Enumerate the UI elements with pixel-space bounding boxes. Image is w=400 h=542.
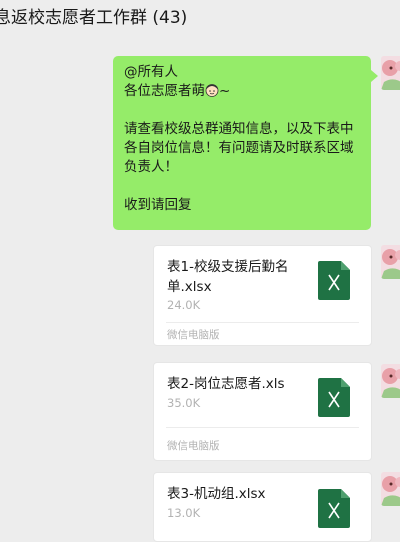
avatar[interactable] [381, 245, 400, 279]
message-line: 各位志愿者萌 ~ [124, 82, 364, 101]
file-size: 35.0K [167, 396, 201, 410]
excel-file-icon [318, 489, 350, 528]
avatar[interactable] [381, 364, 400, 398]
file-name: 表3-机动组.xlsx [167, 484, 307, 504]
chat-title[interactable]: 息返校志愿者工作群 (43) [0, 6, 187, 30]
message-line: 各自岗位信息！有问题请及时联系区域 [124, 140, 354, 156]
file-size: 13.0K [167, 506, 201, 520]
message-bubble[interactable]: @所有人 各位志愿者萌 ~ 请查看校级总群通知信息，以及下表中 各自岗位信息！有问… [113, 56, 371, 230]
message-text: @所有人 各位志愿者萌 ~ 请查看校级总群通知信息，以及下表中 各自岗位信息！有问… [124, 63, 364, 215]
message-line: 收到请回复 [124, 197, 192, 213]
file-name: 表1-校级支援后勤名 单.xlsx [167, 257, 307, 297]
message-line: 请查看校级总群通知信息，以及下表中 [124, 121, 354, 137]
file-source: 微信电脑版 [167, 440, 220, 452]
file-name-line: 表3-机动组.xlsx [167, 486, 266, 502]
file-card[interactable]: 表2-岗位志愿者.xls 35.0K 微信电脑版 [153, 362, 372, 461]
file-size: 24.0K [167, 298, 201, 312]
message-line-text: 各位志愿者萌 [124, 83, 205, 99]
file-name: 表2-岗位志愿者.xls [167, 374, 307, 394]
file-name-line: 单.xlsx [167, 279, 212, 295]
divider [166, 322, 359, 323]
avatar[interactable] [381, 56, 400, 90]
message-line: 负责人！ [124, 159, 178, 175]
bubble-tail [371, 70, 378, 82]
divider [166, 427, 359, 428]
file-name-line: 表2-岗位志愿者.xls [167, 376, 285, 392]
file-card[interactable]: 表3-机动组.xlsx 13.0K [153, 472, 372, 542]
message-line-text: ~ [219, 83, 231, 99]
file-card[interactable]: 表1-校级支援后勤名 单.xlsx 24.0K 微信电脑版 [153, 245, 372, 346]
excel-file-icon [318, 378, 350, 417]
avatar[interactable] [381, 472, 400, 506]
message-line: @所有人 [124, 64, 178, 80]
file-source: 微信电脑版 [167, 329, 220, 341]
smiling-girl-face-icon [205, 83, 219, 97]
chat-header: 息返校志愿者工作群 (43) [0, 0, 400, 38]
excel-file-icon [318, 261, 350, 300]
file-name-line: 表1-校级支援后勤名 [167, 259, 289, 275]
